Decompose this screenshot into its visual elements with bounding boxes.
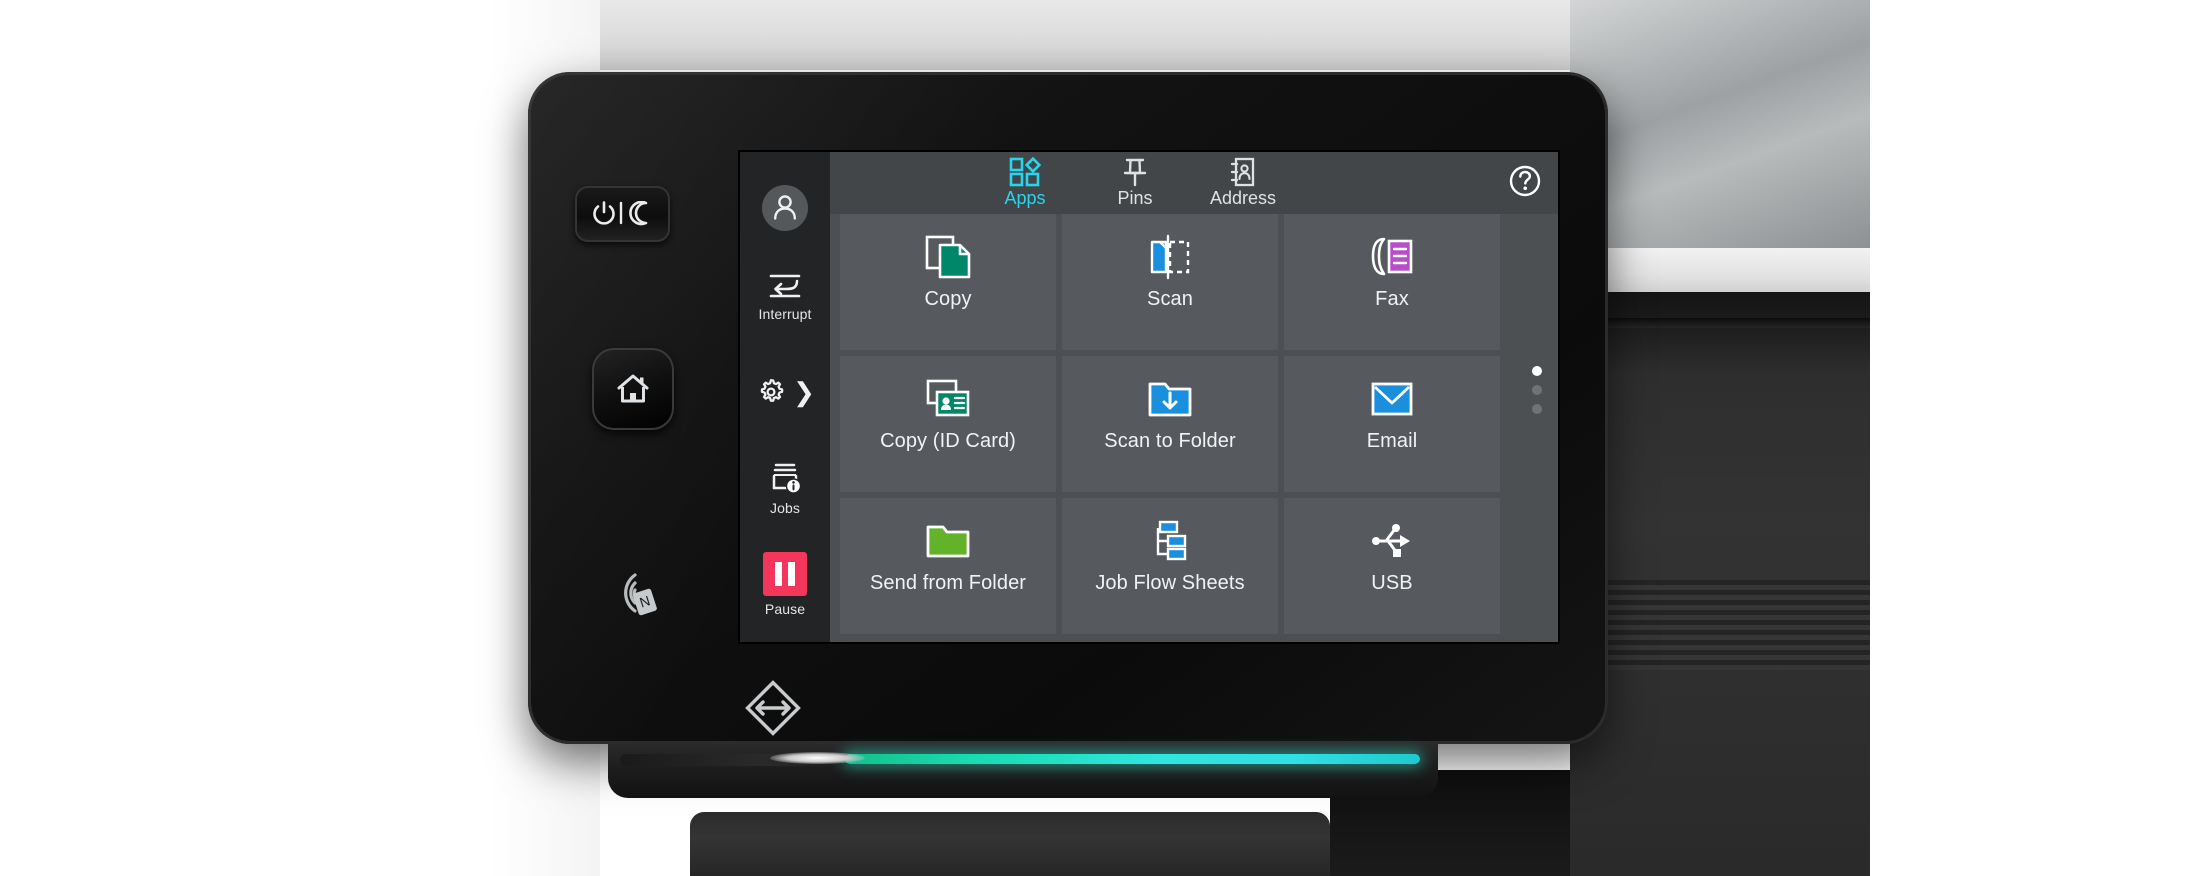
usb-icon bbox=[1368, 518, 1416, 564]
id-card-copy-icon bbox=[924, 376, 972, 422]
email-envelope-icon bbox=[1368, 376, 1416, 422]
app-tile-copy-id-card[interactable]: Copy (ID Card) bbox=[840, 356, 1056, 492]
scan-to-folder-icon bbox=[1146, 376, 1194, 422]
gear-icon bbox=[760, 379, 784, 402]
sidebar-item-interrupt[interactable]: Interrupt bbox=[740, 248, 830, 344]
app-tile-email[interactable]: Email bbox=[1284, 356, 1500, 492]
home-button[interactable] bbox=[592, 348, 674, 430]
tab-apps[interactable]: Apps bbox=[970, 156, 1080, 207]
apps-grid-icon bbox=[1009, 156, 1042, 187]
tab-label: Address bbox=[1209, 188, 1277, 208]
page-indicator[interactable] bbox=[1532, 366, 1542, 414]
printer-body-seam bbox=[1570, 318, 1870, 328]
top-tab-bar: Apps Pins Address bbox=[830, 152, 1558, 214]
status-led-hotspot bbox=[770, 752, 865, 764]
app-tile-fax[interactable]: Fax bbox=[1284, 214, 1500, 350]
app-tile-label: Job Flow Sheets bbox=[1095, 572, 1245, 594]
app-tile-label: Fax bbox=[1375, 288, 1409, 310]
xerox-logo-icon bbox=[745, 680, 801, 736]
app-tile-job-flow-sheets[interactable]: Job Flow Sheets bbox=[1062, 498, 1278, 634]
nfc-tap-area[interactable]: N bbox=[605, 565, 661, 621]
page-dot-active[interactable] bbox=[1532, 366, 1542, 376]
page-dot[interactable] bbox=[1532, 385, 1542, 395]
printer-scanner-edge bbox=[1570, 248, 1870, 294]
printer-vent-lines bbox=[1570, 580, 1870, 670]
app-tile-label: USB bbox=[1371, 572, 1413, 594]
app-tile-label: Scan to Folder bbox=[1104, 430, 1236, 452]
printer-scanner-lid bbox=[1570, 0, 1870, 250]
app-grid: Copy Scan Fax Copy (ID Card) Scan to Fol… bbox=[840, 214, 1500, 634]
tab-label: Apps bbox=[1004, 188, 1046, 208]
user-avatar-icon bbox=[774, 195, 796, 220]
pause-icon bbox=[763, 551, 807, 596]
power-sleep-button[interactable] bbox=[575, 186, 670, 242]
console-lower-lip bbox=[608, 744, 1438, 798]
sidebar-item-label: Pause bbox=[764, 600, 806, 617]
sidebar-item-label: Jobs bbox=[770, 499, 800, 516]
app-tile-label: Send from Folder bbox=[869, 572, 1027, 594]
interrupt-icon bbox=[769, 274, 801, 297]
tab-pins[interactable]: Pins bbox=[1080, 156, 1190, 207]
chevron-right-icon: ❯ bbox=[793, 377, 815, 407]
sidebar-item-label: Interrupt bbox=[758, 305, 812, 322]
screen-content: Apps Pins Address Copy Scan Fax Copy (ID… bbox=[830, 152, 1558, 642]
scan-icon bbox=[1146, 234, 1194, 280]
app-tile-usb[interactable]: USB bbox=[1284, 498, 1500, 634]
help-button[interactable] bbox=[1508, 164, 1542, 198]
page-dot[interactable] bbox=[1532, 404, 1542, 414]
nfc-icon: N bbox=[624, 573, 657, 616]
sidebar-item-settings[interactable]: ❯ bbox=[740, 344, 830, 440]
printer-top-cover bbox=[570, 0, 1570, 70]
copy-icon bbox=[924, 234, 972, 280]
jobs-icon bbox=[772, 463, 802, 494]
tab-label: Pins bbox=[1117, 188, 1153, 208]
power-moon-icon bbox=[592, 201, 647, 226]
avatar bbox=[762, 185, 808, 231]
sidebar-item-jobs[interactable]: Jobs bbox=[740, 440, 830, 536]
green-folder-icon bbox=[924, 518, 972, 564]
tab-address[interactable]: Address bbox=[1188, 156, 1298, 207]
app-tile-scan[interactable]: Scan bbox=[1062, 214, 1278, 350]
touchscreen[interactable]: Interrupt ❯ Jobs Pause Apps Pins Address… bbox=[740, 152, 1558, 642]
printer-output-tray bbox=[690, 812, 1330, 876]
app-tile-send-from-folder[interactable]: Send from Folder bbox=[840, 498, 1056, 634]
app-tile-copy[interactable]: Copy bbox=[840, 214, 1056, 350]
printer-control-panel-photo: N Interrupt ❯ Jobs Pause Apps Pins Addre… bbox=[0, 0, 2200, 876]
pushpin-icon bbox=[1123, 158, 1147, 187]
fax-icon bbox=[1368, 234, 1416, 280]
sidebar-rail: Interrupt ❯ Jobs Pause bbox=[740, 152, 830, 642]
app-tile-label: Scan bbox=[1147, 288, 1193, 310]
status-led-bar bbox=[845, 754, 1420, 764]
app-tile-label: Copy bbox=[924, 288, 972, 310]
xerox-logo bbox=[745, 680, 801, 736]
app-tile-label: Email bbox=[1366, 430, 1418, 452]
sidebar-item-pause[interactable]: Pause bbox=[740, 536, 830, 632]
sidebar-item-account[interactable] bbox=[740, 152, 830, 248]
app-tile-label: Copy (ID Card) bbox=[880, 430, 1016, 452]
home-icon bbox=[617, 374, 649, 403]
address-book-icon bbox=[1230, 157, 1255, 187]
help-question-icon bbox=[1509, 165, 1541, 197]
job-flow-icon bbox=[1146, 518, 1194, 564]
app-tile-scan-to-folder[interactable]: Scan to Folder bbox=[1062, 356, 1278, 492]
